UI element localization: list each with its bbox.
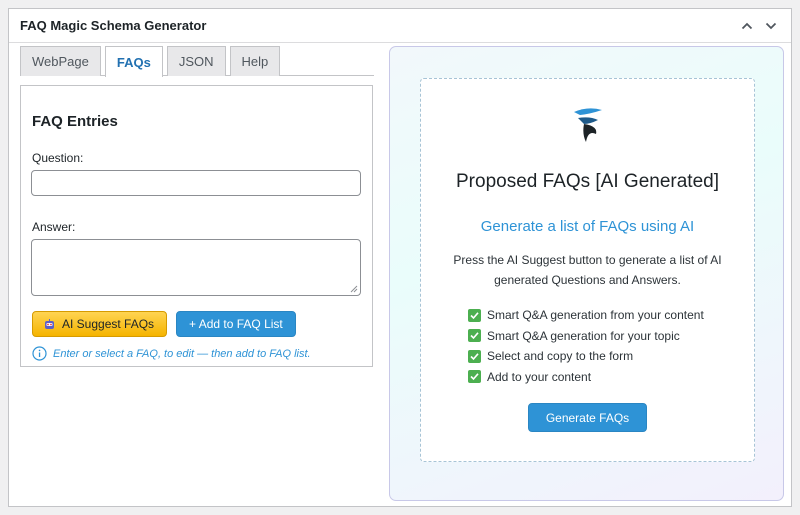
answer-textarea[interactable] xyxy=(31,239,361,296)
tab-help[interactable]: Help xyxy=(229,46,281,76)
faq-hint: Enter or select a FAQ, to edit — then ad… xyxy=(32,346,362,361)
tab-label: JSON xyxy=(178,54,214,69)
proposed-faqs-title: Proposed FAQs [AI Generated] xyxy=(456,171,719,192)
faq-editor-panel: WebPage FAQs JSON Help FAQ Entries Quest… xyxy=(20,46,374,367)
tab-faqs[interactable]: FAQs xyxy=(104,46,163,77)
tab-json[interactable]: JSON xyxy=(166,46,226,76)
chevron-up-icon[interactable] xyxy=(737,16,757,36)
info-icon xyxy=(32,346,47,361)
feature-text: Smart Q&A generation from your content xyxy=(487,308,704,323)
proposed-faqs-subtitle: Generate a list of FAQs using AI xyxy=(480,218,695,235)
feature-text: Smart Q&A generation for your topic xyxy=(487,328,680,343)
faq-entries-card: FAQ Entries Question: Answer: AI Suggest… xyxy=(20,85,373,367)
robot-icon xyxy=(45,318,54,329)
tab-label: WebPage xyxy=(32,54,89,69)
brand-logo-icon xyxy=(573,108,602,142)
feature-text: Add to your content xyxy=(487,369,592,384)
tab-label: Help xyxy=(241,54,269,69)
feature-list: Smart Q&A generation from your content S… xyxy=(468,305,704,387)
feature-item: Select and copy to the form xyxy=(468,346,704,367)
proposed-faqs-description: Press the AI Suggest button to generate … xyxy=(453,253,722,287)
feature-item: Smart Q&A generation for your topic xyxy=(468,326,704,347)
feature-text: Select and copy to the form xyxy=(487,349,634,364)
faq-entries-heading: FAQ Entries xyxy=(32,113,118,130)
checkbox-checked-icon xyxy=(468,308,481,322)
ai-suggest-label: AI Suggest FAQs xyxy=(62,317,155,331)
hint-text: Enter or select a FAQ, to edit — then ad… xyxy=(53,347,311,360)
proposed-faqs-card: Proposed FAQs [AI Generated] Generate a … xyxy=(420,78,755,462)
faq-schema-metabox: FAQ Magic Schema Generator WebPage FAQs … xyxy=(8,8,792,507)
ai-suggest-button[interactable]: AI Suggest FAQs xyxy=(32,311,168,337)
resize-grip-icon[interactable] xyxy=(350,285,358,293)
checkbox-checked-icon xyxy=(468,349,481,363)
add-to-faq-list-button[interactable]: + Add to FAQ List xyxy=(176,311,296,337)
chevron-down-icon[interactable] xyxy=(761,16,781,36)
tab-webpage[interactable]: WebPage xyxy=(20,46,101,76)
tab-bar: WebPage FAQs JSON Help xyxy=(20,46,374,77)
proposed-faqs-panel: Proposed FAQs [AI Generated] Generate a … xyxy=(389,46,784,501)
metabox-handle-actions xyxy=(737,16,781,36)
metabox-header: FAQ Magic Schema Generator xyxy=(9,9,791,43)
generate-faqs-button[interactable]: Generate FAQs xyxy=(527,403,648,432)
question-input[interactable] xyxy=(31,170,361,196)
feature-item: Smart Q&A generation from your content xyxy=(468,305,704,326)
generate-faqs-label: Generate FAQs xyxy=(545,410,630,425)
checkbox-checked-icon xyxy=(468,370,481,384)
answer-label: Answer: xyxy=(32,220,76,234)
faq-actions: AI Suggest FAQs + Add to FAQ List xyxy=(32,311,362,337)
feature-item: Add to your content xyxy=(468,367,704,388)
tab-label: FAQs xyxy=(116,54,151,70)
question-label: Question: xyxy=(32,151,84,165)
metabox-title: FAQ Magic Schema Generator xyxy=(20,18,207,33)
checkbox-checked-icon xyxy=(468,329,481,343)
add-to-faq-list-label: + Add to FAQ List xyxy=(189,317,283,331)
